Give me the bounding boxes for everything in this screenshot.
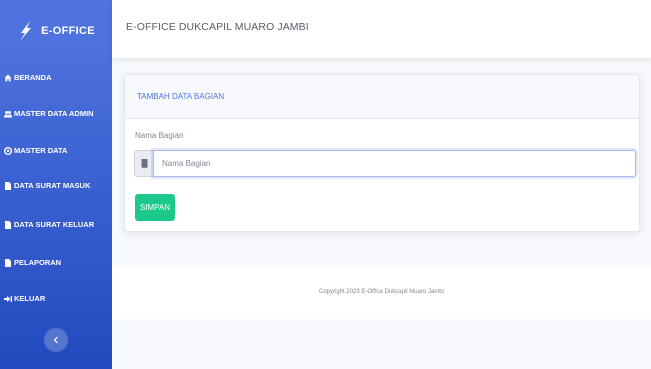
brand-name: E-OFFICE <box>41 25 95 37</box>
database-icon <box>4 146 12 155</box>
sidebar-item-label: BERANDA <box>14 73 52 82</box>
sidebar-item-label: MASTER DATA ADMIN <box>14 109 94 118</box>
add-section-card: TAMBAH DATA BAGIAN Nama Bagian SIMPAN <box>124 74 640 232</box>
file-icon <box>4 220 12 229</box>
sidebar-item-data-surat-keluar[interactable]: DATA SURAT KELUAR <box>4 220 94 229</box>
file-icon <box>4 258 12 267</box>
sidebar-item-master-data[interactable]: MASTER DATA <box>4 146 67 155</box>
sidebar-item-label: MASTER DATA <box>14 146 68 155</box>
brand[interactable]: E-OFFICE <box>0 0 112 62</box>
sign-out-icon <box>4 295 12 303</box>
sidebar-toggle-button[interactable] <box>44 328 68 352</box>
sidebar-item-label: PELAPORAN <box>14 258 62 267</box>
users-icon <box>4 110 12 118</box>
sidebar-item-pelaporan[interactable]: PELAPORAN <box>4 258 61 267</box>
feather-icon <box>20 21 32 41</box>
sidebar: E-OFFICE BERANDA MASTER DATA ADMIN MASTE… <box>0 0 112 369</box>
footer: Copyright 2023 E-Office Dukcapil Muaro J… <box>112 267 651 319</box>
sidebar-item-label: DATA SURAT MASUK <box>14 181 91 190</box>
topbar: E-OFFICE DUKCAPIL MUARO JAMBI <box>112 0 651 58</box>
copyright-text: Copyright 2023 E-Office Dukcapil Muaro J… <box>319 289 444 295</box>
home-icon <box>4 74 12 82</box>
card-header: TAMBAH DATA BAGIAN <box>125 75 639 119</box>
sidebar-item-label: KELUAR <box>14 294 46 303</box>
sidebar-item-beranda[interactable]: BERANDA <box>4 73 52 82</box>
page-title: E-OFFICE DUKCAPIL MUARO JAMBI <box>126 21 309 33</box>
sidebar-item-master-data-admin[interactable]: MASTER DATA ADMIN <box>4 109 94 118</box>
nama-bagian-label: Nama Bagian <box>135 131 184 140</box>
sidebar-item-data-surat-masuk[interactable]: DATA SURAT MASUK <box>4 181 90 190</box>
sidebar-item-keluar[interactable]: KELUAR <box>4 294 45 303</box>
nama-bagian-input-group <box>134 150 636 177</box>
book-icon <box>134 150 153 177</box>
chevron-left-icon <box>53 336 58 344</box>
file-icon <box>4 181 12 190</box>
nama-bagian-input[interactable] <box>153 150 636 177</box>
simpan-button[interactable]: SIMPAN <box>135 194 175 221</box>
card-title: TAMBAH DATA BAGIAN <box>137 92 225 101</box>
sidebar-item-label: DATA SURAT KELUAR <box>14 220 95 229</box>
